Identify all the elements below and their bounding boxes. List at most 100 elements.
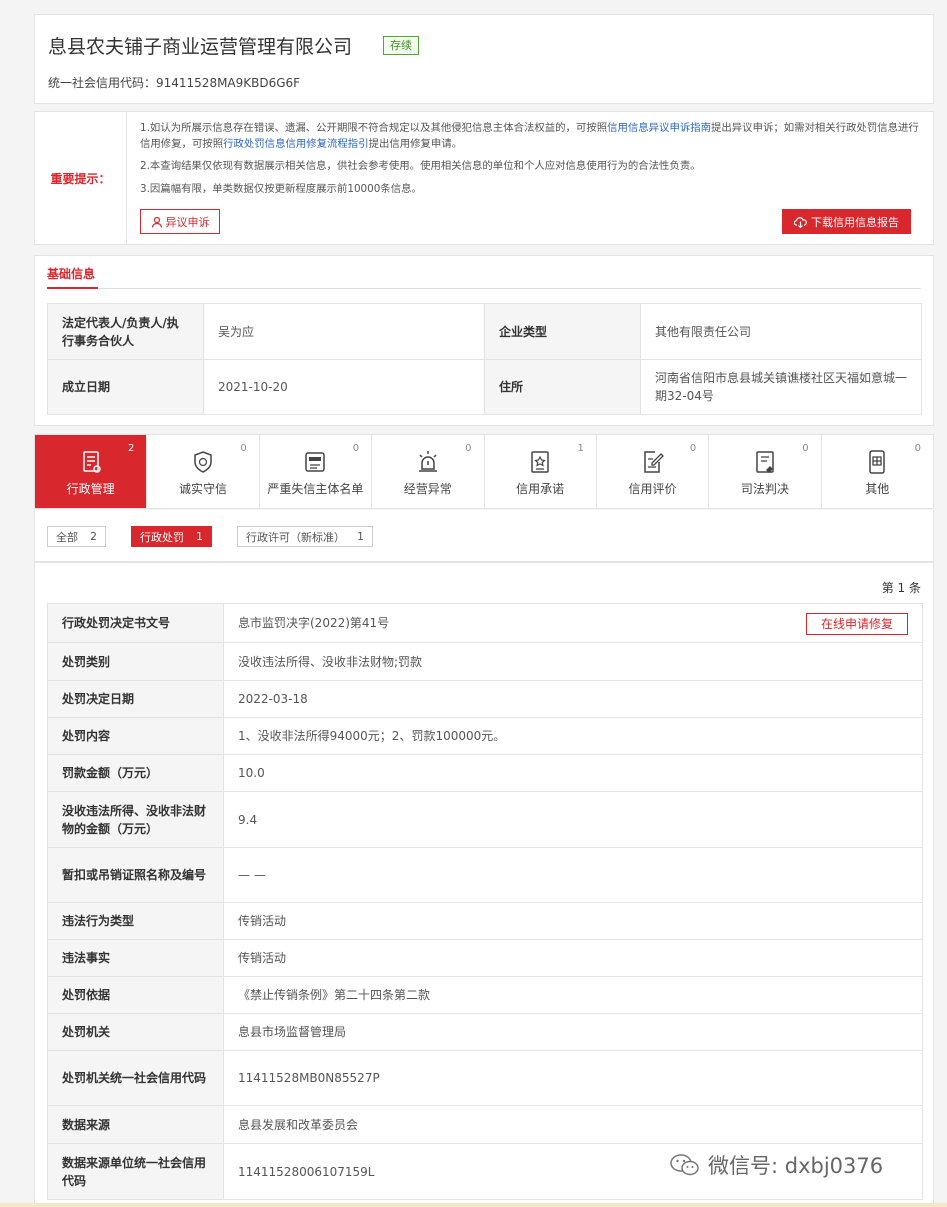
objection-button[interactable]: 异议申诉 xyxy=(140,209,220,234)
filter-all[interactable]: 全部 2 xyxy=(47,526,106,547)
basic-info-table: 法定代表人/负责人/执行事务合伙人 吴为应 企业类型 其他有限责任公司 成立日期… xyxy=(47,303,922,415)
company-type-key: 企业类型 xyxy=(484,303,641,360)
legal-rep-value: 吴为应 xyxy=(203,303,485,360)
notice-label: 重要提示： xyxy=(35,112,127,244)
table-row: 违法行为类型 传销活动 xyxy=(47,902,923,940)
objection-button-label: 异议申诉 xyxy=(165,215,210,229)
filter-label: 全部 xyxy=(56,530,78,544)
row-value: 没收违法所得、没收非法财物;罚款 xyxy=(223,642,923,681)
tab-blacklist[interactable]: 0 严重失信主体名单 xyxy=(260,435,373,508)
row-value: 1、没收非法所得94000元；2、罚款100000元。 xyxy=(223,717,923,755)
company-type-value: 其他有限责任公司 xyxy=(640,303,922,360)
promise-icon xyxy=(531,451,549,473)
row-key: 处罚依据 xyxy=(47,976,224,1014)
notice-line-3: 3.因篇幅有限，单类数据仅按更新程度展示前10000条信息。 xyxy=(140,182,422,195)
wechat-account: 微信号: dxbj0376 xyxy=(708,1154,884,1178)
established-date-key: 成立日期 xyxy=(47,359,204,415)
status-badge: 存续 xyxy=(383,36,419,55)
company-name: 息县农夫铺子商业运营管理有限公司 xyxy=(48,36,353,58)
tab-label: 其他 xyxy=(865,482,890,496)
table-row: 法定代表人/负责人/执行事务合伙人 吴为应 企业类型 其他有限责任公司 xyxy=(47,303,922,360)
penalty-table: 行政处罚决定书文号 息市监罚决字(2022)第41号 在线申请修复 处罚类别 没收… xyxy=(47,603,923,1200)
address-value: 河南省信阳市息县城关镇谯楼社区天福如意城一期32-04号 xyxy=(640,359,922,415)
tab-label: 行政管理 xyxy=(66,482,115,496)
tab-count: 0 xyxy=(914,443,921,454)
row-value: 息市监罚决字(2022)第41号 在线申请修复 xyxy=(223,603,923,643)
table-row: 处罚机关统一社会信用代码 11411528MB0N85527P xyxy=(47,1050,923,1106)
tab-integrity[interactable]: 0 诚实守信 xyxy=(147,435,260,508)
wechat-watermark: 微信号: dxbj0376 xyxy=(670,1150,883,1180)
tab-label: 诚实守信 xyxy=(179,482,228,496)
apply-repair-button[interactable]: 在线申请修复 xyxy=(806,613,908,635)
category-tabs: 2 行政管理 0 诚实守信 0 严重失信主体名单 0 经营异常 1 信用承诺 0… xyxy=(34,434,934,509)
row-key: 行政处罚决定书文号 xyxy=(47,603,224,643)
row-key: 违法行为类型 xyxy=(47,902,224,940)
filter-admin-license[interactable]: 行政许可（新标准） 1 xyxy=(237,526,373,547)
row-value: 传销活动 xyxy=(223,939,923,977)
blacklist-icon xyxy=(305,452,326,472)
evaluate-icon xyxy=(643,451,664,473)
repair-guide-link[interactable]: 行政处罚信息信用修复流程指引 xyxy=(223,138,368,150)
row-value: 2022-03-18 xyxy=(223,680,923,718)
address-key: 住所 xyxy=(484,359,641,415)
wechat-icon xyxy=(670,1154,699,1176)
row-key: 处罚类别 xyxy=(47,642,224,681)
tab-promise[interactable]: 1 信用承诺 xyxy=(485,435,597,508)
row-key: 处罚机关统一社会信用代码 xyxy=(47,1050,224,1106)
notice-panel: 重要提示： 1.如认为所展示信息存在错误、遗漏、公开期限不符合规定以及其他侵犯信… xyxy=(34,111,934,245)
tab-label: 司法判决 xyxy=(740,482,789,496)
shield-icon xyxy=(194,451,212,473)
tab-count: 0 xyxy=(240,443,247,454)
row-key: 数据来源单位统一社会信用代码 xyxy=(47,1143,224,1200)
title-underline xyxy=(47,287,98,289)
row-value: — — xyxy=(223,847,923,903)
tab-evaluation[interactable]: 0 信用评价 xyxy=(597,435,710,508)
table-row: 成立日期 2021-10-20 住所 河南省信阳市息县城关镇谯楼社区天福如意城一… xyxy=(47,359,922,415)
tab-judgement[interactable]: 0 司法判决 xyxy=(709,435,822,508)
row-key: 暂扣或吊销证照名称及编号 xyxy=(47,847,224,903)
basic-info-section: 基础信息 法定代表人/负责人/执行事务合伙人 吴为应 企业类型 其他有限责任公司… xyxy=(34,255,934,426)
tab-count: 0 xyxy=(465,443,472,454)
row-value: 息县市场监督管理局 xyxy=(223,1013,923,1051)
table-row: 处罚机关 息县市场监督管理局 xyxy=(47,1013,923,1051)
page: 息县农夫铺子商业运营管理有限公司 存续 统一社会信用代码：91411528MA9… xyxy=(0,0,947,1207)
tab-label: 信用承诺 xyxy=(516,482,565,496)
company-header: 息县农夫铺子商业运营管理有限公司 存续 统一社会信用代码：91411528MA9… xyxy=(34,14,934,104)
row-key: 数据来源 xyxy=(47,1105,224,1144)
tab-admin[interactable]: 2 行政管理 xyxy=(35,435,148,508)
notice-line-1: 1.如认为所展示信息存在错误、遗漏、公开期限不符合规定以及其他侵犯信息主体合法权… xyxy=(140,121,922,152)
filter-label: 行政处罚 xyxy=(140,530,184,544)
decision-number: 息市监罚决字(2022)第41号 xyxy=(238,616,390,630)
record-index: 第 1 条 xyxy=(881,581,921,595)
judgement-icon xyxy=(756,451,774,473)
row-value: 10.0 xyxy=(223,754,923,792)
tab-abnormal[interactable]: 0 经营异常 xyxy=(372,435,485,508)
row-key: 没收违法所得、没收非法财物的金额（万元） xyxy=(47,791,224,848)
notice-line-1-part-c: 提出信用修复申请。 xyxy=(368,137,463,150)
table-row: 违法事实 传销活动 xyxy=(47,939,923,977)
row-value: 11411528MB0N85527P xyxy=(223,1050,923,1106)
row-value: 传销活动 xyxy=(223,902,923,940)
table-row: 行政处罚决定书文号 息市监罚决字(2022)第41号 在线申请修复 xyxy=(47,603,923,643)
objection-guide-link[interactable]: 信用信息异议申诉指南 xyxy=(607,122,711,134)
row-value: 9.4 xyxy=(223,791,923,848)
tab-count: 0 xyxy=(802,443,809,454)
table-row: 处罚内容 1、没收非法所得94000元；2、罚款100000元。 xyxy=(47,717,923,755)
filter-count: 1 xyxy=(196,530,203,543)
table-row: 数据来源 息县发展和改革委员会 xyxy=(47,1105,923,1144)
download-report-button[interactable]: 下载信用信息报告 xyxy=(782,209,911,234)
penalty-detail: 第 1 条 行政处罚决定书文号 息市监罚决字(2022)第41号 在线申请修复 … xyxy=(34,562,934,1207)
filter-label: 行政许可（新标准） xyxy=(246,530,345,544)
filter-admin-penalty[interactable]: 行政处罚 1 xyxy=(131,526,212,547)
tab-other[interactable]: 0 其他 xyxy=(822,435,933,508)
alarm-icon xyxy=(418,451,437,472)
row-key: 处罚决定日期 xyxy=(47,680,224,718)
user-warning-icon xyxy=(151,216,162,228)
table-row: 处罚决定日期 2022-03-18 xyxy=(47,680,923,718)
table-row: 没收违法所得、没收非法财物的金额（万元） 9.4 xyxy=(47,791,923,848)
table-row: 处罚类别 没收违法所得、没收非法财物;罚款 xyxy=(47,642,923,681)
row-key: 罚款金额（万元） xyxy=(47,754,224,792)
tab-count: 0 xyxy=(352,443,360,454)
basic-info-title: 基础信息 xyxy=(47,267,96,281)
tab-label: 经营异常 xyxy=(403,482,452,496)
